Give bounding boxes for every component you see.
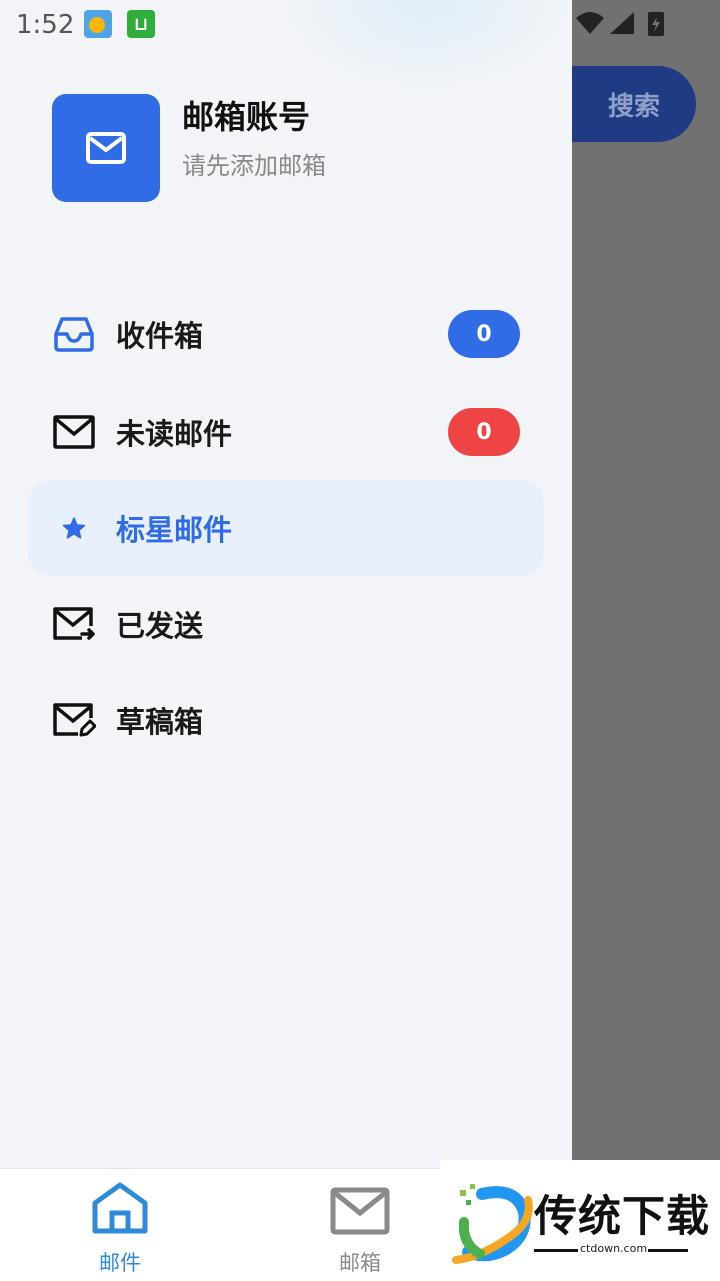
- home-icon: [92, 1182, 148, 1234]
- unread-count-badge: 0: [448, 408, 520, 456]
- nav-item-label: 已发送: [116, 609, 204, 643]
- tab-label: 邮箱: [339, 1251, 381, 1275]
- watermark-text: 传统下载: [534, 1192, 710, 1242]
- status-time: 1:52: [16, 10, 75, 40]
- nav-item-label: 标星邮件: [116, 513, 233, 547]
- wifi-icon: [576, 12, 604, 34]
- nav-item-sent[interactable]: 已发送: [28, 576, 544, 672]
- signal-icon: [610, 12, 634, 34]
- tab-mail[interactable]: 邮件: [40, 1169, 200, 1281]
- account-subtitle[interactable]: 请先添加邮箱: [182, 146, 326, 181]
- watermark-line-left: [534, 1249, 578, 1252]
- nav-item-inbox[interactable]: 收件箱 0: [28, 286, 544, 382]
- account-logo: [52, 94, 160, 202]
- mail-icon: [330, 1187, 390, 1235]
- inbox-icon: [52, 312, 96, 356]
- account-title: 邮箱账号: [182, 98, 311, 136]
- system-status-icons: [576, 12, 664, 36]
- notification-app-icon: ⊔: [127, 10, 155, 38]
- tab-mailbox[interactable]: 邮箱: [280, 1169, 440, 1281]
- nav-item-drafts[interactable]: 草稿箱: [28, 672, 544, 768]
- watermark-line-right: [648, 1249, 688, 1252]
- mail-send-icon: [52, 602, 96, 646]
- search-button[interactable]: 搜索: [572, 66, 696, 142]
- nav-item-label: 未读邮件: [116, 417, 233, 451]
- watermark-logo: [452, 1184, 533, 1264]
- tab-label: 邮件: [99, 1251, 141, 1275]
- nav-item-label: 收件箱: [116, 319, 204, 353]
- nav-item-starred[interactable]: 标星邮件: [28, 480, 544, 576]
- nav-item-label: 草稿箱: [116, 705, 204, 739]
- watermark: 传统下载 ctdown.com: [440, 1160, 720, 1280]
- star-icon: [52, 506, 96, 550]
- weather-icon: [84, 10, 112, 38]
- watermark-url: ctdown.com: [580, 1242, 648, 1255]
- mail-icon: [52, 410, 96, 454]
- background-scrim[interactable]: [572, 0, 720, 1160]
- mail-edit-icon: [52, 698, 96, 742]
- nav-item-unread[interactable]: 未读邮件 0: [28, 384, 544, 480]
- decorative-wave: [280, 0, 572, 90]
- inbox-count-badge: 0: [448, 310, 520, 358]
- mail-icon: [86, 132, 126, 164]
